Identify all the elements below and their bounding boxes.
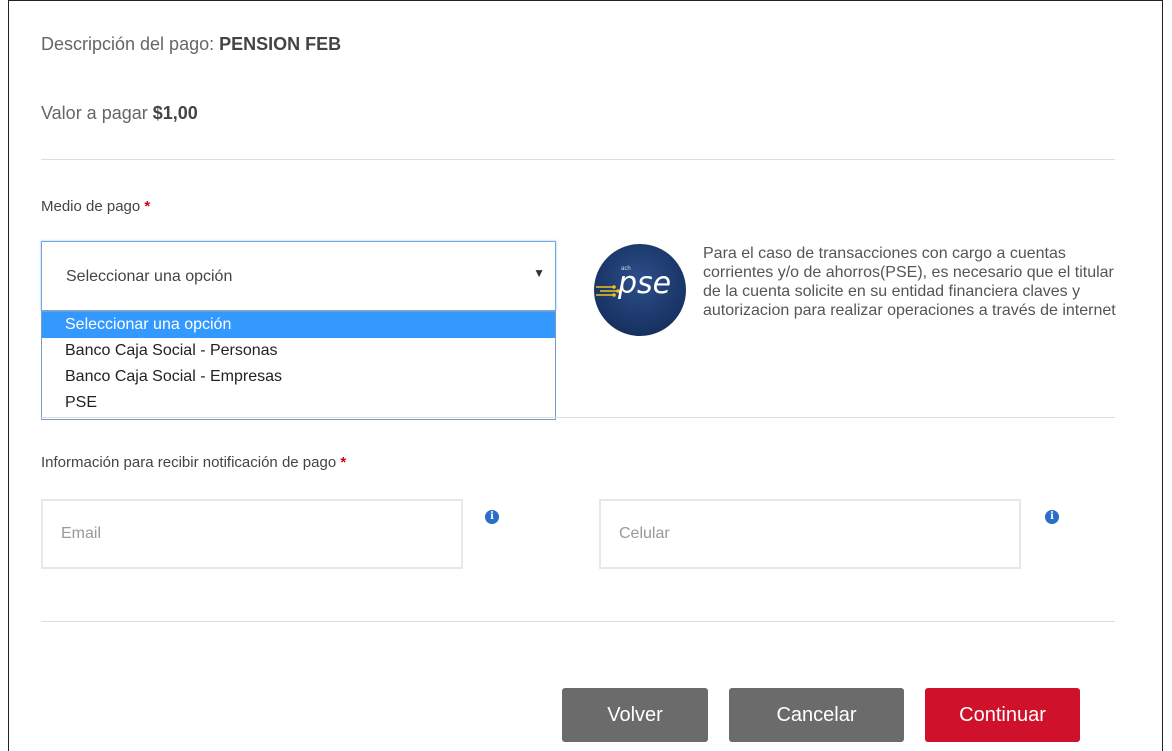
cancel-button[interactable]: Cancelar [729,688,904,742]
payment-description-label: Descripción del pago: [41,34,215,54]
notification-label-text: Información para recibir notificación de… [41,454,337,471]
required-mark: * [340,454,347,471]
divider [41,621,1115,622]
notification-label: Información para recibir notificación de… [41,454,346,471]
divider [41,159,1115,160]
payment-amount-label: Valor a pagar [41,103,148,123]
payment-amount: Valor a pagar $1,00 [41,103,198,124]
dropdown-option-caja-social-empresas[interactable]: Banco Caja Social - Empresas [42,364,555,390]
payment-amount-value: $1,00 [152,103,198,123]
payment-method-select[interactable]: Seleccionar una opción ▼ [41,241,556,311]
payment-method-dropdown-list: Seleccionar una opción Banco Caja Social… [41,311,556,420]
payment-method-label-text: Medio de pago [41,198,141,215]
pse-info-text: Para el caso de transacciones con cargo … [703,245,1116,319]
dropdown-option-select-one[interactable]: Seleccionar una opción [42,312,555,338]
required-mark: * [144,198,151,215]
info-icon[interactable]: i [485,510,499,524]
dropdown-option-caja-social-personas[interactable]: Banco Caja Social - Personas [42,338,555,364]
payment-description-value: PENSION FEB [219,34,342,54]
pse-logo: ach pse [594,244,686,336]
back-button[interactable]: Volver [562,688,708,742]
dropdown-option-pse[interactable]: PSE [42,390,555,416]
pse-logo-text: pse [618,266,672,301]
payment-method-label: Medio de pago * [41,198,150,215]
phone-field[interactable] [599,499,1021,569]
divider [41,417,1115,418]
email-field[interactable] [41,499,463,569]
payment-method-selected-value: Seleccionar una opción [66,268,233,285]
info-icon[interactable]: i [1045,510,1059,524]
payment-description: Descripción del pago: PENSION FEB [41,34,341,55]
continue-button[interactable]: Continuar [925,688,1080,742]
chevron-down-icon: ▼ [533,266,545,280]
